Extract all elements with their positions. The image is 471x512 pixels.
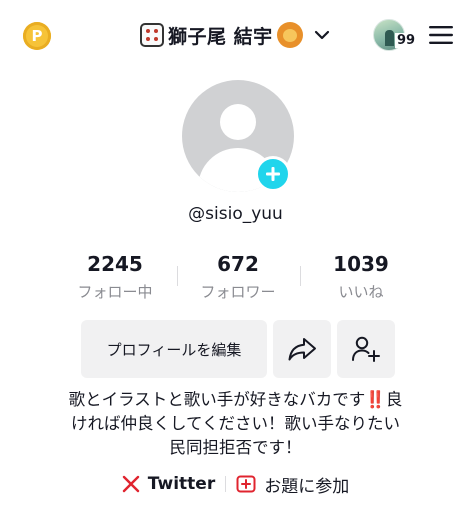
followers-count: 672 (217, 252, 259, 276)
profile-page: P 獅子尾 結宇 99 @sisio_yuu 2245 フォロー中 672 フォ… (0, 0, 471, 512)
x-logo-icon (122, 475, 139, 493)
link-divider (225, 476, 227, 492)
edit-profile-button[interactable]: プロフィールを編集 (81, 320, 267, 378)
notification-count-badge: 99 (395, 33, 418, 48)
display-name: 獅子尾 結宇 (168, 25, 273, 48)
share-arrow-icon (288, 338, 316, 361)
likes-label: いいね (338, 283, 384, 301)
lion-emoji-icon (276, 22, 303, 48)
profile-links: Twitter お題に参加 (0, 472, 471, 497)
add-friends-button[interactable] (337, 320, 395, 378)
top-bar: P 獅子尾 結宇 99 (0, 0, 471, 70)
stat-likes[interactable]: 1039 いいね (296, 252, 426, 301)
likes-count: 1039 (333, 252, 389, 276)
share-profile-button[interactable] (273, 320, 331, 378)
dice-emoji-icon (140, 23, 164, 47)
topic-link-label: お題に参加 (264, 476, 350, 497)
profile-bio: 歌とイラストと歌い手が好きなバカです‼️良 ければ仲良くしてください！歌い手なり… (40, 388, 431, 460)
add-photo-button[interactable] (255, 156, 291, 192)
username: @sisio_yuu (188, 204, 283, 224)
chevron-down-icon (314, 30, 329, 40)
stat-following[interactable]: 2245 フォロー中 (50, 252, 180, 301)
bio-line-2: ければ仲良くしてください！歌い手なりたい (70, 414, 400, 433)
plus-icon (266, 167, 280, 181)
coin-icon[interactable]: P (23, 22, 51, 50)
double-exclamation-icon: ‼️ (365, 390, 386, 409)
stat-followers[interactable]: 672 フォロワー (173, 252, 303, 301)
hamburger-menu-icon[interactable] (428, 24, 454, 46)
following-count: 2245 (87, 252, 143, 276)
bio-line-1: 歌とイラストと歌い手が好きなバカです‼️良 (68, 390, 403, 409)
bio-line-3: 民同担拒否です！ (169, 438, 302, 457)
topic-link[interactable]: お題に参加 (236, 472, 349, 497)
twitter-link[interactable]: Twitter (122, 474, 215, 494)
twitter-link-label: Twitter (147, 474, 216, 494)
add-topic-icon (236, 475, 256, 493)
account-switcher[interactable]: 獅子尾 結宇 (140, 19, 331, 51)
avatar-placeholder-head (220, 104, 256, 140)
followers-label: フォロワー (200, 283, 276, 301)
add-person-icon (352, 336, 380, 362)
following-label: フォロー中 (77, 283, 153, 301)
